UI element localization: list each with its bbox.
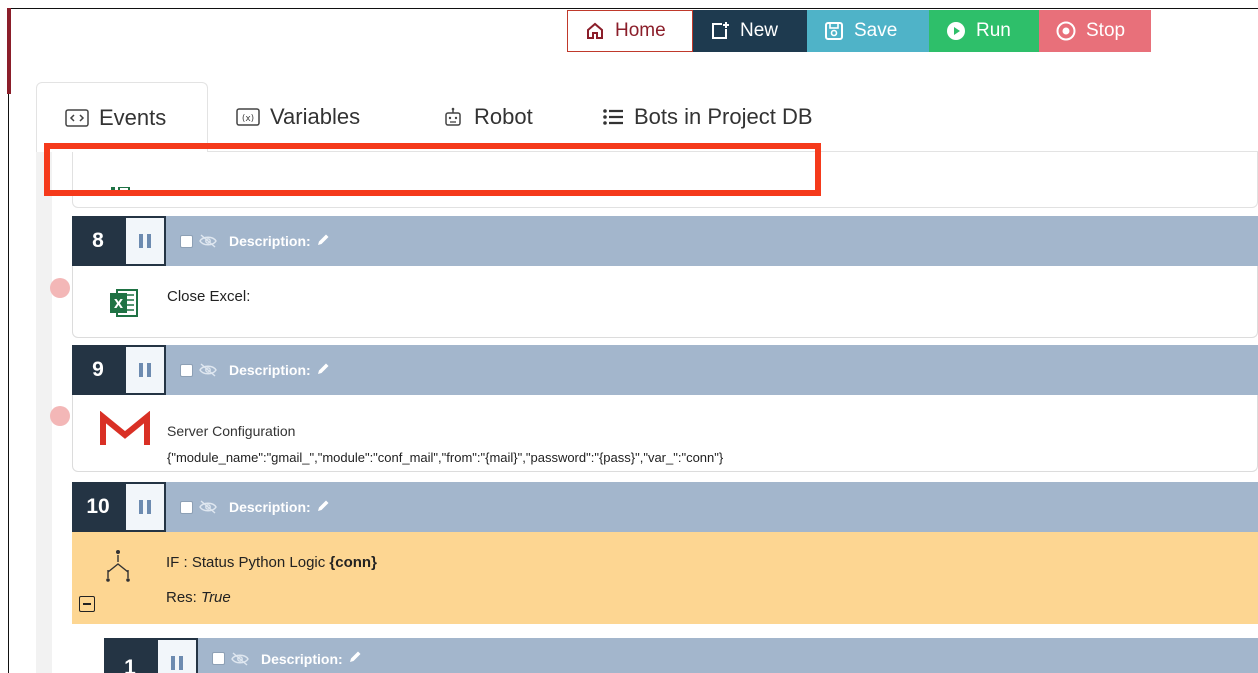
tab-bots-in-project-db[interactable]: Bots in Project DB [602,82,813,152]
command-number: 9 [72,345,124,395]
breakpoint-dot[interactable] [50,406,70,426]
tab-robot-label: Robot [474,104,533,129]
tab-bots-label: Bots in Project DB [634,104,813,129]
robot-icon [442,106,464,128]
window-left-border [8,8,9,673]
tab-events-label: Events [99,104,167,130]
eye-slash-icon[interactable] [231,651,249,666]
eye-slash-icon[interactable] [199,234,217,248]
tab-variables[interactable]: (x) Variables [236,82,360,152]
command-body-9[interactable]: Server Configuration {"module_name":"gma… [72,395,1258,472]
window-top-border [8,8,1258,9]
stop-label: Stop [1086,20,1126,41]
description-edit[interactable]: Description: [229,362,330,379]
svg-text:X: X [114,297,124,311]
command-header-10: 10 Description: [72,482,1258,532]
window-accent-bar [7,8,11,94]
command-detail: {"module_name":"gmail_","module":"conf_m… [167,450,724,465]
eye-slash-icon[interactable] [199,500,217,514]
if-result-label: Res: [166,589,202,606]
description-edit[interactable]: Description: [229,233,330,250]
tab-bar: Events (x) Variables Robot Bots in Proje… [36,82,1258,153]
svg-text:(x): (x) [242,114,254,124]
pencil-icon [316,362,330,379]
command-header-nested-1: 1 Description: [104,638,1258,673]
if-condition-text: IF : Status Python Logic [166,554,330,571]
tab-variables-label: Variables [270,104,361,129]
home-icon [584,20,606,42]
description-label: Description: [229,499,311,515]
command-title: Server Configuration [167,423,296,439]
pencil-icon [316,233,330,250]
new-button[interactable]: New [693,10,807,52]
new-file-icon [709,20,731,42]
command-header-9: 9 Description: [72,345,1258,395]
pause-icon [139,500,151,514]
run-button[interactable]: Run [929,10,1039,52]
pause-toggle[interactable] [124,482,166,532]
if-result-value: True [201,589,231,606]
stop-icon [1055,20,1077,42]
pause-toggle[interactable] [156,638,198,673]
command-number: 1 [104,638,156,673]
variable-icon: (x) [236,108,260,126]
if-condition: IF : Status Python Logic {conn} [166,554,377,571]
pause-icon [171,656,183,670]
command-checkbox[interactable] [180,234,193,248]
code-brackets-icon [65,108,89,127]
if-condition-variable: {conn} [329,554,377,571]
pause-icon [139,363,151,377]
description-label: Description: [261,650,343,667]
collapse-toggle[interactable] [79,596,95,612]
if-result: Res: True [166,589,231,606]
save-icon [823,20,845,42]
toolbar: Home New Save Run Stop [567,10,1151,52]
command-header-8: 8 Description: [72,216,1258,266]
excel-icon: X [107,286,141,325]
eye-slash-icon[interactable] [199,363,217,377]
minus-icon [83,603,91,605]
gmail-icon [99,410,151,456]
highlight-annotation-box [44,143,821,196]
command-checkbox[interactable] [212,652,225,665]
home-button[interactable]: Home [567,10,693,52]
command-text: Close Excel: [167,288,251,305]
command-checkbox[interactable] [180,363,193,377]
command-body-8[interactable]: X Close Excel: [72,266,1258,338]
pencil-icon [316,499,330,516]
description-label: Description: [229,233,311,249]
description-label: Description: [229,362,311,378]
description-edit[interactable]: Description: [229,499,330,516]
new-label: New [740,20,779,41]
tab-robot[interactable]: Robot [442,82,533,152]
description-edit[interactable]: Description: [261,650,362,667]
pause-toggle[interactable] [124,345,166,395]
home-label: Home [615,20,666,41]
play-icon [945,20,967,42]
save-label: Save [854,20,898,41]
command-checkbox[interactable] [180,500,193,514]
pencil-icon [348,650,362,667]
pause-toggle[interactable] [124,216,166,266]
command-body-10[interactable]: IF : Status Python Logic {conn} Res: Tru… [72,532,1258,624]
breakpoint-dot[interactable] [50,278,70,298]
list-icon [602,108,624,126]
stop-button[interactable]: Stop [1039,10,1151,52]
command-number: 8 [72,216,124,266]
run-label: Run [976,20,1011,41]
command-number: 10 [72,482,124,532]
save-button[interactable]: Save [807,10,929,52]
flow-branch-icon [104,548,132,589]
pause-icon [139,234,151,248]
